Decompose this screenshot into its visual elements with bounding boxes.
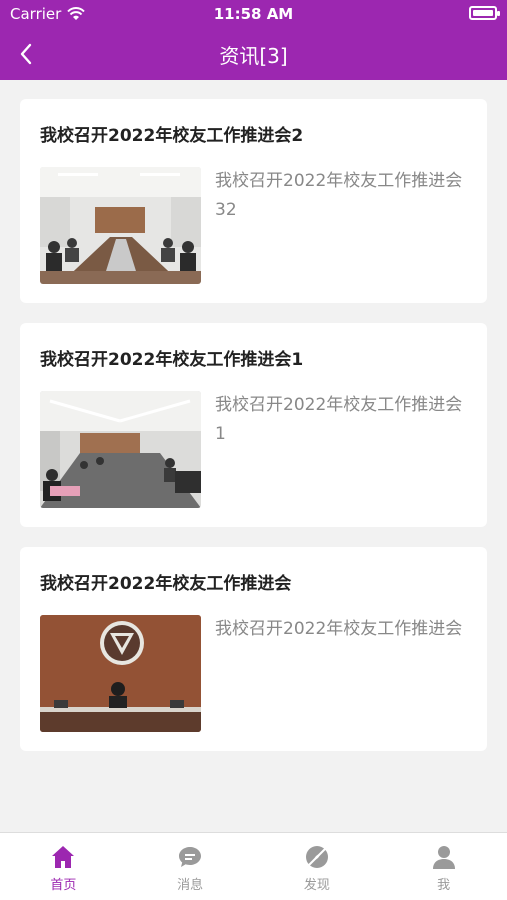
- tab-messages[interactable]: 消息: [127, 833, 254, 900]
- tab-home[interactable]: 首页: [0, 833, 127, 900]
- person-icon: [432, 846, 455, 869]
- news-card-title: 我校召开2022年校友工作推进会: [40, 574, 292, 594]
- tab-me-label: 我: [437, 878, 451, 893]
- battery-icon: [469, 6, 500, 20]
- home-icon: [52, 846, 75, 868]
- tab-home-label: 首页: [50, 878, 77, 893]
- news-card[interactable]: 我校召开2022年校友工作推进会 我校召开2022年校友工作推进会: [20, 547, 487, 751]
- nav-bar: 资讯[3]: [0, 28, 507, 80]
- compass-icon: [305, 846, 328, 868]
- news-card-title: 我校召开2022年校友工作推进会1: [40, 350, 304, 370]
- tab-messages-label: 消息: [177, 878, 204, 893]
- page-title: 资讯[3]: [219, 44, 288, 68]
- chat-bubble-icon: [179, 847, 202, 867]
- news-thumbnail: [40, 167, 201, 284]
- news-card[interactable]: 我校召开2022年校友工作推进会2 我校召开2022年校友工作推进会32: [20, 99, 487, 303]
- tab-discover[interactable]: 发现: [254, 833, 381, 900]
- news-thumbnail: [40, 615, 201, 732]
- news-card-title: 我校召开2022年校友工作推进会2: [40, 126, 304, 146]
- news-card[interactable]: 我校召开2022年校友工作推进会1 我校召开2022年校友工作推进会1: [20, 323, 487, 527]
- bottom-tab-bar: 首页 消息 发现 我: [0, 832, 507, 900]
- tab-me[interactable]: 我: [380, 833, 507, 900]
- news-card-summary: 我校召开2022年校友工作推进会: [215, 619, 463, 639]
- news-list: 我校召开2022年校友工作推进会2 我校召开2022年校友工作推进会32 我校召…: [20, 99, 487, 771]
- news-card-summary: 我校召开2022年校友工作推进会32: [215, 171, 463, 220]
- app-header: Carrier 11:58 AM 资讯[3]: [0, 0, 507, 80]
- status-bar: Carrier 11:58 AM: [0, 0, 507, 28]
- tab-discover-label: 发现: [303, 878, 330, 893]
- news-card-summary: 我校召开2022年校友工作推进会1: [215, 395, 463, 444]
- status-time: 11:58 AM: [213, 5, 294, 23]
- news-thumbnail: [40, 391, 201, 508]
